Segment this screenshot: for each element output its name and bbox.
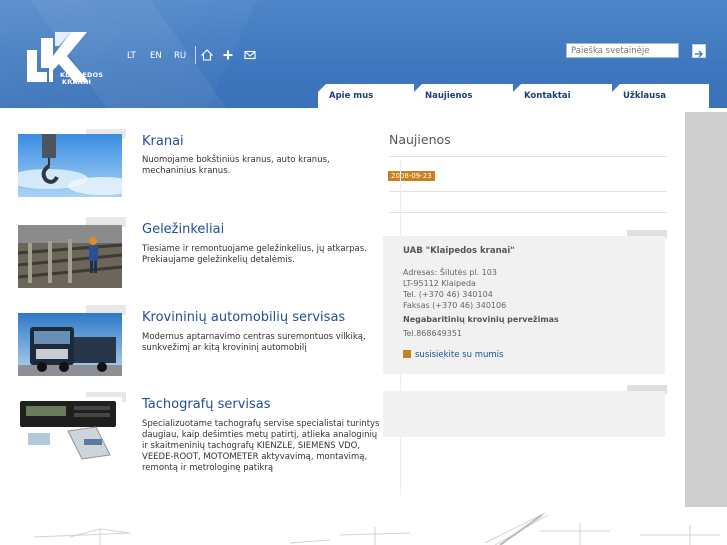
tab-label: Apie mus <box>329 91 374 101</box>
tab-kontaktai[interactable]: Kontaktai <box>513 84 612 108</box>
divider <box>389 212 667 213</box>
contact-box: UAB "Klaipedos kranai" Adresas: Šilutės … <box>383 236 665 374</box>
sitemap-icon[interactable] <box>222 49 234 61</box>
tab-corner <box>414 84 422 92</box>
item-description: Tiesiame ir remontuojame geležinkelius, … <box>142 244 367 265</box>
arrow-right-icon <box>695 50 703 58</box>
tachograph-image[interactable] <box>18 397 122 460</box>
item-description: Specializuotame tachografų servise speci… <box>142 419 380 473</box>
news-date-badge[interactable]: 2008-09-23 <box>388 171 435 181</box>
lang-ru[interactable]: RU <box>174 51 186 61</box>
service-item-gelezinkeliai: Geležinkeliai Tiesiame ir remontuojame g… <box>18 217 388 292</box>
item-description: Nuomojame bokštinius kranus, auto kranus… <box>142 155 330 176</box>
tab-corner <box>612 84 620 92</box>
address-line2: LT-95112 Klaipeda <box>403 279 476 288</box>
tab-label: Kontaktai <box>524 91 571 101</box>
heavy-cargo-title: Negabaritinių krovinių pervežimas <box>403 315 559 324</box>
lang-en[interactable]: EN <box>150 51 162 61</box>
tab-corner <box>318 84 326 92</box>
mail-icon[interactable] <box>244 49 256 61</box>
item-title[interactable]: Geležinkeliai <box>142 222 224 237</box>
contact-link-label: susisiekite su mumis <box>415 350 504 360</box>
home-icon[interactable] <box>201 49 213 61</box>
service-item-servisas: Krovininių automobilių servisas Modernus… <box>18 305 388 380</box>
truck-image[interactable] <box>18 313 122 376</box>
logo-text: KLAIPEDOS KRANAI <box>60 72 103 86</box>
railway-image[interactable] <box>18 225 122 288</box>
right-sidebar-strip <box>685 112 727 507</box>
header-separator <box>195 46 196 64</box>
service-item-kranai: Kranai Nuomojame bokštinius kranus, auto… <box>18 129 388 204</box>
news-title: Naujienos <box>389 132 451 147</box>
empty-box <box>383 391 665 437</box>
item-title[interactable]: Kranai <box>142 134 184 149</box>
tab-label: Užklausa <box>623 91 666 101</box>
tab-label: Naujienos <box>425 91 473 101</box>
header: KLAIPEDOS KRANAI LT EN RU Apie mus Nauji… <box>0 0 727 108</box>
divider <box>389 191 667 192</box>
fax-number: Faksas (+370 46) 340106 <box>403 301 507 310</box>
company-name: UAB "Klaipedos kranai" <box>403 246 515 256</box>
heavy-cargo-phone: Tel.868649351 <box>403 329 463 338</box>
logo-text-line2: KRANAI <box>62 78 92 86</box>
item-description: Modernus aptarnavimo centras suremontuos… <box>142 332 366 353</box>
lang-lt[interactable]: LT <box>127 51 136 61</box>
item-title[interactable]: Tachografų servisas <box>142 397 271 412</box>
cranes-footer-decoration <box>33 512 720 545</box>
search-input[interactable] <box>566 43 679 58</box>
bullet-arrow-icon <box>403 350 411 358</box>
crane-hook-image[interactable] <box>18 134 122 197</box>
tab-naujienos[interactable]: Naujienos <box>414 84 513 108</box>
address-line1: Adresas: Šilutės pl. 103 <box>403 268 497 277</box>
divider <box>389 156 667 157</box>
tab-uzklausa[interactable]: Užklausa <box>612 84 709 108</box>
item-title[interactable]: Krovininių automobilių servisas <box>142 310 345 325</box>
search-button[interactable] <box>692 44 706 58</box>
contact-us-link[interactable]: susisiekite su mumis <box>403 350 503 360</box>
tab-corner <box>513 84 521 92</box>
tab-apie-mus[interactable]: Apie mus <box>318 84 414 108</box>
service-item-tachografai: Tachografų servisas Specializuotame tach… <box>18 392 388 473</box>
phone-number: Tel. (+370 46) 340104 <box>403 290 493 299</box>
